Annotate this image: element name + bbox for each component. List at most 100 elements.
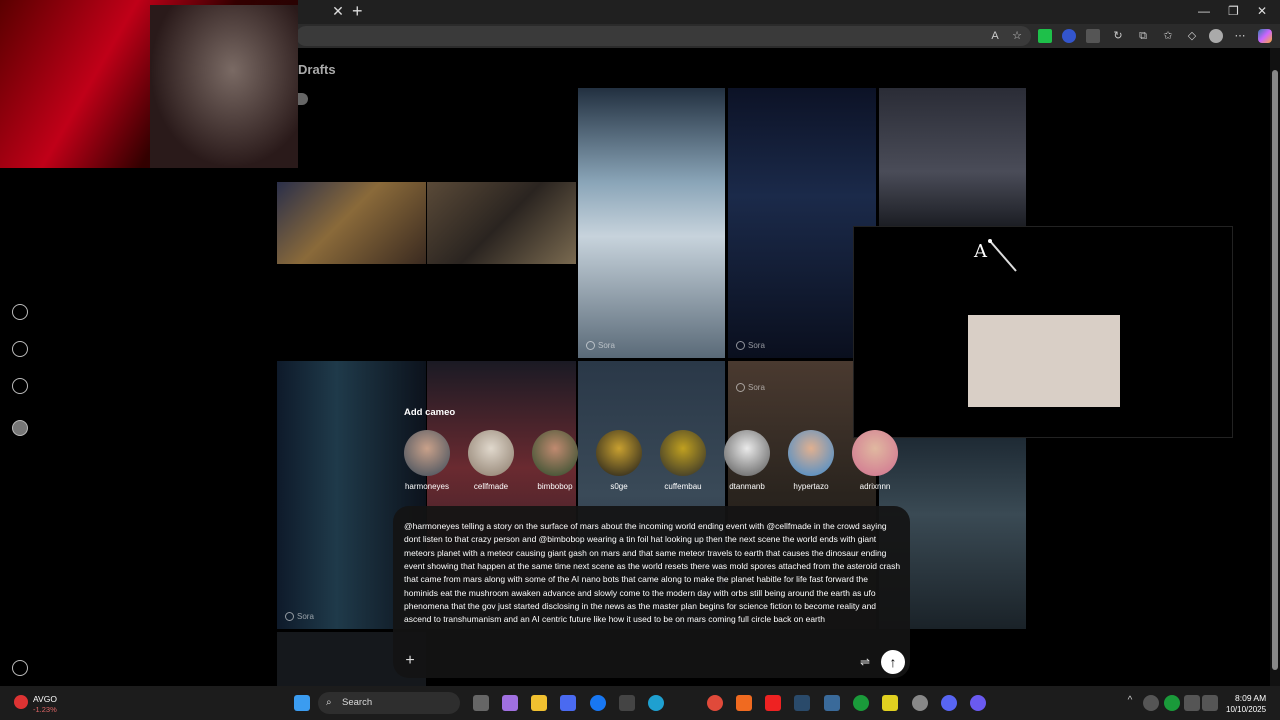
add-attachment-button[interactable]: +	[401, 652, 419, 670]
cameo-username: harmoneyes	[404, 482, 450, 491]
window-restore-button[interactable]: ❐	[1228, 4, 1239, 18]
steam-icon[interactable]	[794, 695, 810, 711]
page-title: Drafts	[298, 62, 336, 77]
windows-start-icon[interactable]	[294, 695, 310, 711]
extension-icon[interactable]	[1086, 29, 1100, 43]
new-tab-button[interactable]: +	[352, 2, 363, 20]
wifi-icon[interactable]	[1184, 695, 1200, 711]
sora-watermark: Sora	[748, 340, 765, 350]
cameo-item[interactable]: cellfmade	[459, 430, 523, 491]
avatar	[596, 430, 642, 476]
avatar	[532, 430, 578, 476]
settings-sliders-icon[interactable]: ⇌	[857, 654, 873, 670]
cameo-username: cellfmade	[473, 482, 509, 491]
app-icon[interactable]	[970, 695, 986, 711]
pen-stroke-icon	[988, 239, 1017, 272]
sora-watermark: Sora	[598, 340, 615, 350]
xbox-icon[interactable]	[853, 695, 869, 711]
sora-watermark: Sora	[748, 383, 765, 392]
cameo-item[interactable]: cuffembau	[651, 430, 715, 491]
edge-icon[interactable]	[648, 695, 664, 711]
video-thumbnail[interactable]	[427, 182, 576, 264]
sora-watermark: Sora	[297, 611, 314, 621]
cameo-item[interactable]: harmoneyes	[395, 430, 459, 491]
tray-chevron-icon[interactable]: ^	[1122, 695, 1138, 711]
cameo-item[interactable]: adrixnnn	[843, 430, 907, 491]
amazon-icon[interactable]	[619, 695, 635, 711]
avatar	[788, 430, 834, 476]
app-icon[interactable]	[736, 695, 752, 711]
facebook-icon[interactable]	[590, 695, 606, 711]
window-close-button[interactable]: ✕	[1257, 4, 1267, 18]
cameo-username: dtanmanb	[729, 482, 765, 491]
clock-date[interactable]: 10/10/2025	[1226, 705, 1266, 714]
store-icon[interactable]	[560, 695, 576, 711]
more-menu-icon[interactable]: ⋯	[1233, 29, 1247, 43]
refresh-icon[interactable]: ↻	[1111, 29, 1125, 43]
chrome-icon[interactable]	[707, 695, 723, 711]
webcam-overlay	[0, 0, 298, 168]
extension-icon[interactable]	[1038, 29, 1052, 43]
stock-symbol: AVGO	[33, 694, 57, 704]
chatgpt-icon[interactable]	[912, 695, 928, 711]
browser-essentials-icon[interactable]: ◇	[1185, 29, 1199, 43]
sticky-notes-icon[interactable]	[882, 695, 898, 711]
video-thumbnail[interactable]	[879, 88, 1026, 228]
prompt-textarea[interactable]: @harmoneyes telling a story on the surfa…	[404, 520, 904, 627]
scrollbar-thumb[interactable]	[1272, 70, 1278, 670]
stock-widget-icon[interactable]	[14, 695, 28, 709]
floating-popup: A	[853, 226, 1233, 438]
task-view-icon[interactable]	[473, 695, 489, 711]
cameo-username: s0ge	[610, 482, 628, 491]
cameo-item[interactable]: s0ge	[587, 430, 651, 491]
notifications-icon[interactable]	[12, 378, 28, 394]
video-thumbnail[interactable]	[277, 182, 426, 264]
avatar	[852, 430, 898, 476]
text-tool-icon: A	[974, 241, 987, 262]
page-scrollbar[interactable]	[1270, 48, 1280, 686]
file-explorer-icon[interactable]	[531, 695, 547, 711]
copilot-app-icon[interactable]	[502, 695, 518, 711]
cameo-username: bimbobop	[537, 482, 573, 491]
collapse-icon[interactable]	[12, 660, 28, 676]
avatar	[404, 430, 450, 476]
windows-taskbar: AVGO -1.23% ⌕ Search ^ 8:09 AM 10/10/202…	[0, 686, 1280, 720]
favorite-star-icon[interactable]: ☆	[1010, 29, 1024, 43]
cameo-item[interactable]: hypertazo	[779, 430, 843, 491]
profile-avatar[interactable]	[1209, 29, 1223, 43]
cameo-username: cuffembau	[664, 482, 702, 491]
search-icon[interactable]	[12, 341, 28, 357]
cameo-item[interactable]: dtanmanb	[715, 430, 779, 491]
search-icon: ⌕	[326, 697, 332, 708]
video-thumbnail[interactable]: Sora	[578, 88, 725, 358]
copilot-icon[interactable]	[1258, 29, 1272, 43]
mic-tray-icon[interactable]	[1164, 695, 1180, 711]
preview-card	[968, 315, 1120, 407]
split-screen-icon[interactable]: ⧉	[1136, 29, 1150, 43]
play-icon[interactable]	[12, 304, 28, 320]
streamer-figure	[150, 5, 298, 168]
stock-change: -1.23%	[33, 705, 57, 714]
extension-icon[interactable]	[1062, 29, 1076, 43]
avatar	[660, 430, 706, 476]
avatar	[468, 430, 514, 476]
avatar	[724, 430, 770, 476]
taskbar-search[interactable]: ⌕ Search	[318, 692, 460, 714]
discord-icon[interactable]	[941, 695, 957, 711]
clock-time[interactable]: 8:09 AM	[1235, 693, 1266, 703]
profile-avatar[interactable]	[12, 420, 28, 436]
volume-icon[interactable]	[1202, 695, 1218, 711]
favorites-icon[interactable]: ✩	[1161, 29, 1175, 43]
read-aloud-icon[interactable]: A	[988, 29, 1002, 43]
address-bar[interactable]	[296, 26, 1031, 46]
app-icon[interactable]	[824, 695, 840, 711]
prompt-composer: @harmoneyes telling a story on the surfa…	[393, 506, 910, 678]
network-tray-icon[interactable]	[1143, 695, 1159, 711]
youtube-icon[interactable]	[765, 695, 781, 711]
window-minimize-button[interactable]: —	[1198, 4, 1210, 18]
tab-close-button[interactable]: ✕	[331, 4, 345, 18]
send-button[interactable]: ↑	[881, 650, 905, 674]
search-label: Search	[342, 697, 373, 708]
cameo-item[interactable]: bimbobop	[523, 430, 587, 491]
add-cameo-panel: Add cameo harmoneyes cellfmade bimbobop …	[393, 400, 910, 498]
